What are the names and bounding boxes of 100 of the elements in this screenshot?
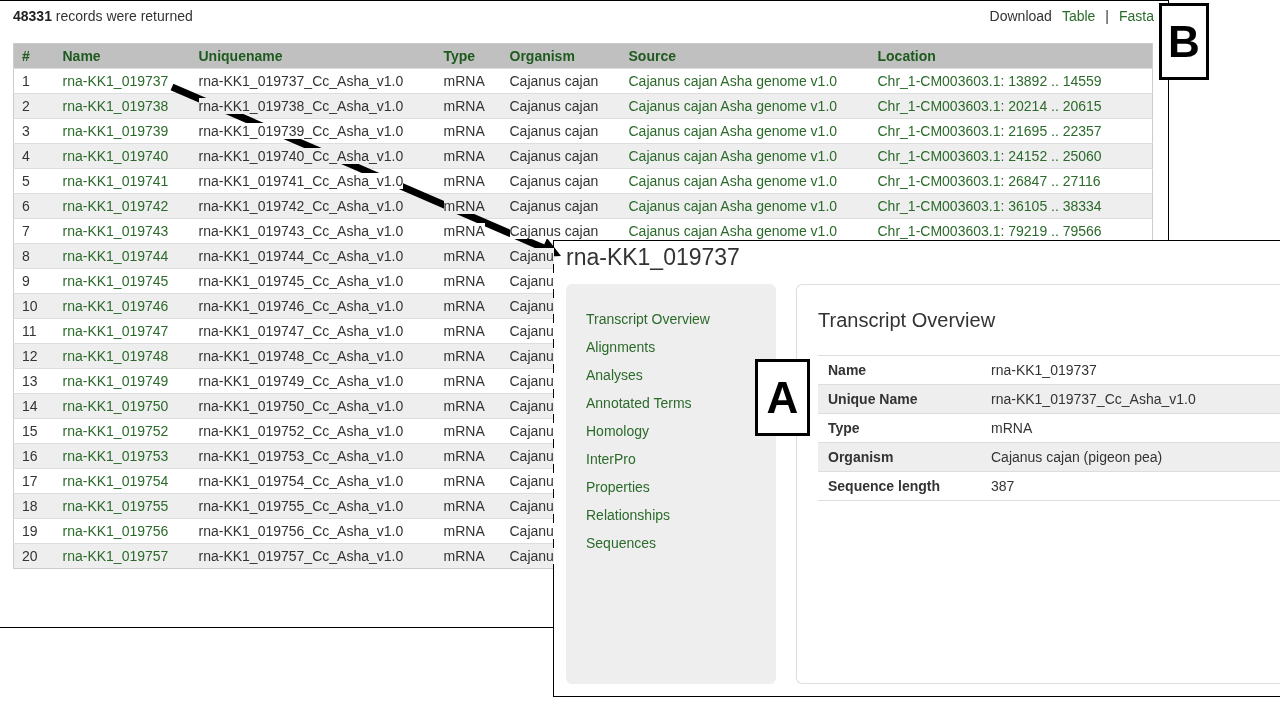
column-header: Type	[435, 43, 502, 69]
record-name-link[interactable]: rna-KK1_019739	[62, 123, 169, 139]
record-name-link[interactable]: rna-KK1_019757	[62, 548, 169, 564]
table-cell: 7	[22, 223, 30, 239]
download-link[interactable]: Table	[1061, 8, 1096, 24]
table-cell: 11	[22, 323, 37, 339]
table-cell: mRNA	[443, 73, 485, 89]
field-value: rna-KK1_019737_Cc_Asha_v1.0	[991, 391, 1196, 407]
table-cell: rna-KK1_019754_Cc_Asha_v1.0	[198, 473, 404, 489]
record-name-link[interactable]: rna-KK1_019752	[62, 423, 169, 439]
table-cell: Cajanu	[509, 298, 554, 314]
table-cell: Cajanu	[509, 348, 554, 364]
table-cell: Cajanu	[509, 523, 554, 539]
genome-source-link[interactable]: Cajanus cajan Asha genome v1.0	[628, 123, 838, 139]
table-cell: rna-KK1_019756_Cc_Asha_v1.0	[198, 523, 404, 539]
table-cell: mRNA	[443, 298, 485, 314]
callout-label: A	[755, 359, 810, 436]
genomic-location-link[interactable]: Chr_1-CM003603.1: 13892 .. 14559	[877, 73, 1102, 89]
record-name-link[interactable]: rna-KK1_019738	[62, 98, 169, 114]
genomic-location-link[interactable]: Chr_1-CM003603.1: 36105 .. 38334	[877, 198, 1102, 214]
genomic-location-link[interactable]: Chr_1-CM003603.1: 20214 .. 20615	[877, 98, 1102, 114]
table-cell: mRNA	[443, 448, 485, 464]
sidebar-link[interactable]: Alignments	[586, 338, 656, 357]
table-cell: Cajanu	[509, 473, 554, 489]
field-value: rna-KK1_019737	[991, 362, 1097, 378]
table-cell: mRNA	[443, 173, 485, 189]
table-cell: rna-KK1_019738_Cc_Asha_v1.0	[198, 98, 404, 114]
table-cell: rna-KK1_019742_Cc_Asha_v1.0	[198, 198, 404, 214]
table-cell: mRNA	[443, 473, 485, 489]
sidebar-link[interactable]: Analyses	[586, 366, 643, 385]
table-cell: 13	[22, 373, 38, 389]
sidebar-link[interactable]: Annotated Terms	[586, 394, 692, 413]
download-link[interactable]: Fasta	[1119, 8, 1154, 24]
genome-source-link[interactable]: Cajanus cajan Asha genome v1.0	[628, 198, 838, 214]
record-name-link[interactable]: rna-KK1_019744	[62, 248, 169, 264]
sidebar-link[interactable]: Sequences	[586, 534, 657, 553]
page-title: rna-KK1_019737	[566, 243, 741, 271]
table-cell: Cajanus cajan	[509, 173, 599, 189]
table-cell: mRNA	[443, 523, 485, 539]
sidebar-link[interactable]: InterPro	[586, 450, 636, 469]
table-cell: Cajanus cajan	[509, 148, 599, 164]
sidebar-link[interactable]: Relationships	[586, 506, 671, 525]
record-name-link[interactable]: rna-KK1_019753	[62, 448, 169, 464]
table-cell: 9	[22, 273, 30, 289]
record-name-link[interactable]: rna-KK1_019747	[62, 323, 169, 339]
genome-source-link[interactable]: Cajanus cajan Asha genome v1.0	[628, 73, 838, 89]
table-cell: rna-KK1_019749_Cc_Asha_v1.0	[198, 373, 404, 389]
record-name-link[interactable]: rna-KK1_019742	[62, 198, 169, 214]
table-cell: 20	[22, 548, 38, 564]
table-cell: Cajanu	[509, 498, 554, 514]
table-cell: mRNA	[443, 323, 485, 339]
table-cell: 1	[22, 73, 30, 89]
genomic-location-link[interactable]: Chr_1-CM003603.1: 26847 .. 27116	[877, 173, 1101, 189]
record-name-link[interactable]: rna-KK1_019746	[62, 298, 169, 314]
table-cell: Cajanus cajan	[509, 198, 599, 214]
sidebar-link[interactable]: Properties	[586, 478, 650, 497]
genome-source-link[interactable]: Cajanus cajan Asha genome v1.0	[628, 173, 838, 189]
table-cell: rna-KK1_019739_Cc_Asha_v1.0	[198, 123, 404, 139]
sidebar-link[interactable]: Transcript Overview	[586, 310, 710, 329]
callout-label: B	[1159, 3, 1209, 80]
genomic-location-link[interactable]: Chr_1-CM003603.1: 24152 .. 25060	[877, 148, 1102, 164]
record-name-link[interactable]: rna-KK1_019756	[62, 523, 169, 539]
table-cell: mRNA	[443, 548, 485, 564]
genomic-location-link[interactable]: Chr_1-CM003603.1: 21695 .. 22357	[877, 123, 1102, 139]
table-cell: Cajanus cajan	[509, 123, 599, 139]
record-name-link[interactable]: rna-KK1_019740	[62, 148, 169, 164]
field-value: mRNA	[991, 420, 1033, 436]
record-name-link[interactable]: rna-KK1_019745	[62, 273, 169, 289]
record-name-link[interactable]: rna-KK1_019748	[62, 348, 169, 364]
record-name-link[interactable]: rna-KK1_019741	[62, 173, 169, 189]
genome-source-link[interactable]: Cajanus cajan Asha genome v1.0	[628, 98, 838, 114]
genome-source-link[interactable]: Cajanus cajan Asha genome v1.0	[628, 223, 838, 239]
sidebar-link[interactable]: Homology	[586, 422, 650, 441]
record-name-link[interactable]: rna-KK1_019754	[62, 473, 169, 489]
table-cell: rna-KK1_019748_Cc_Asha_v1.0	[198, 348, 404, 364]
genome-source-link[interactable]: Cajanus cajan Asha genome v1.0	[628, 148, 838, 164]
table-cell: mRNA	[443, 248, 485, 264]
table-cell: Cajanu	[509, 548, 554, 564]
record-name-link[interactable]: rna-KK1_019750	[62, 398, 169, 414]
table-cell: 4	[22, 148, 30, 164]
record-name-link[interactable]: rna-KK1_019749	[62, 373, 169, 389]
record-name-link[interactable]: rna-KK1_019755	[62, 498, 169, 514]
table-cell: Cajanu	[509, 248, 554, 264]
column-header: Location	[869, 43, 1153, 69]
field-label: Organism	[828, 449, 894, 465]
field-label: Sequence length	[828, 478, 941, 494]
table-cell: 2	[22, 98, 30, 114]
record-name-link[interactable]: rna-KK1_019743	[62, 223, 169, 239]
table-cell: 15	[22, 423, 38, 439]
table-cell: rna-KK1_019753_Cc_Asha_v1.0	[198, 448, 404, 464]
field-value: Cajanus cajan (pigeon pea)	[991, 449, 1163, 465]
table-cell: rna-KK1_019743_Cc_Asha_v1.0	[198, 223, 404, 239]
table-cell: mRNA	[443, 373, 485, 389]
table-cell: mRNA	[443, 348, 485, 364]
column-header: Organism	[501, 43, 621, 69]
table-cell: Cajanu	[509, 273, 554, 289]
table-cell: rna-KK1_019752_Cc_Asha_v1.0	[198, 423, 404, 439]
record-name-link[interactable]: rna-KK1_019737	[62, 73, 169, 89]
genomic-location-link[interactable]: Chr_1-CM003603.1: 79219 .. 79566	[877, 223, 1102, 239]
field-value: 387	[991, 478, 1015, 494]
